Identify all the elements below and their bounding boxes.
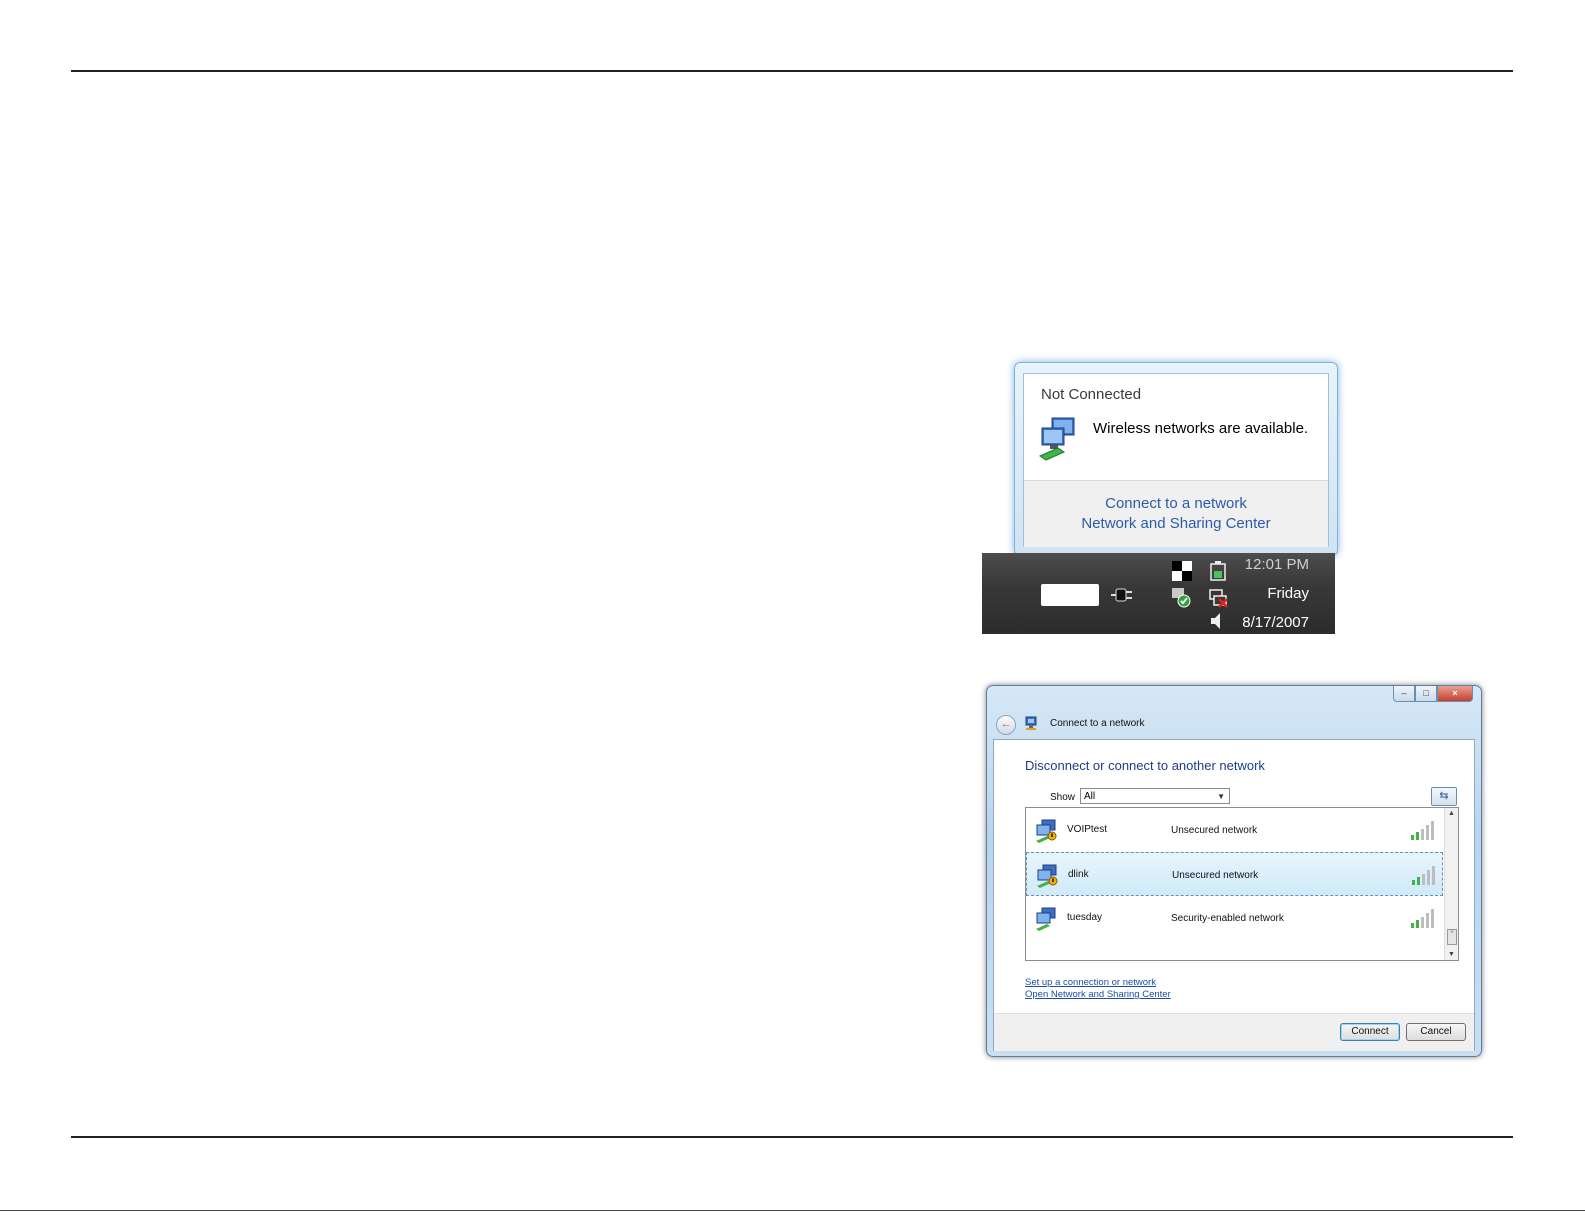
- network-computers-icon: [1038, 417, 1075, 461]
- network-row-dlink[interactable]: dlink Unsecured network: [1026, 852, 1443, 896]
- cancel-button[interactable]: Cancel: [1406, 1023, 1466, 1041]
- clock-day[interactable]: Friday: [1267, 585, 1309, 602]
- tray-app-icon[interactable]: [1172, 561, 1192, 581]
- unsecured-network-icon: [1037, 864, 1058, 888]
- power-plug-icon[interactable]: [1110, 584, 1134, 606]
- battery-icon[interactable]: [1208, 561, 1228, 581]
- network-status-popup: Not Connected Wireless networks are avai…: [1014, 362, 1338, 556]
- window-controls: – □ ×: [1393, 686, 1473, 702]
- clock-date[interactable]: 8/17/2007: [1242, 614, 1309, 631]
- page-edge-line: [0, 1210, 1585, 1211]
- network-sharing-center-link[interactable]: Network and Sharing Center: [1024, 515, 1328, 532]
- network-wizard-icon: [1025, 716, 1037, 730]
- minimize-button[interactable]: –: [1393, 686, 1415, 702]
- refresh-icon[interactable]: ⇆: [1431, 787, 1457, 806]
- taskbar-blank-area: [1041, 584, 1099, 606]
- dialog-button-bar: Connect Cancel: [994, 1013, 1474, 1051]
- open-sharing-center-link[interactable]: Open Network and Sharing Center: [1025, 989, 1171, 1000]
- show-filter-value: All: [1084, 791, 1096, 802]
- network-row-voiptest[interactable]: VOIPtest Unsecured network: [1026, 808, 1443, 852]
- signal-strength-icon: [1411, 909, 1434, 928]
- network-name: tuesday: [1067, 912, 1103, 923]
- back-arrow-icon[interactable]: ←: [996, 715, 1016, 735]
- security-shield-icon[interactable]: [1172, 588, 1192, 608]
- network-security: Security-enabled network: [1171, 913, 1284, 924]
- dropdown-arrow-icon: ▼: [1217, 792, 1225, 801]
- setup-connection-link[interactable]: Set up a connection or network: [1025, 977, 1156, 988]
- secured-network-icon: [1036, 907, 1056, 931]
- window-title: Connect to a network: [1050, 718, 1145, 729]
- show-label: Show: [1050, 792, 1076, 803]
- popup-footer: Connect to a network Network and Sharing…: [1024, 480, 1328, 547]
- bottom-divider-line: [71, 1136, 1513, 1138]
- taskbar-notification-area: 12:01 PM Friday 8/17/2007: [982, 553, 1335, 634]
- signal-strength-icon: [1412, 866, 1435, 885]
- network-list-scrollbar[interactable]: ▲ ≡ ▼: [1444, 808, 1458, 960]
- top-divider-line: [71, 70, 1513, 72]
- network-row-tuesday[interactable]: tuesday Security-enabled network: [1026, 896, 1443, 940]
- close-button[interactable]: ×: [1437, 686, 1473, 702]
- window-content: Disconnect or connect to another network…: [993, 739, 1475, 1051]
- network-security: Unsecured network: [1171, 825, 1258, 836]
- clock-time[interactable]: 12:01 PM: [1245, 556, 1309, 573]
- scroll-down-icon[interactable]: ▼: [1448, 951, 1455, 958]
- connect-to-network-window: – □ × ← Connect to a network Disconnect …: [986, 685, 1482, 1057]
- page-heading: Disconnect or connect to another network: [1025, 758, 1265, 773]
- show-filter-select[interactable]: All ▼: [1080, 788, 1230, 804]
- scroll-up-icon[interactable]: ▲: [1448, 810, 1455, 817]
- network-name: dlink: [1068, 869, 1089, 880]
- connect-to-network-link[interactable]: Connect to a network: [1024, 495, 1328, 512]
- connect-button[interactable]: Connect: [1340, 1023, 1400, 1041]
- scroll-thumb[interactable]: ≡: [1447, 929, 1457, 945]
- popup-message: Wireless networks are available.: [1093, 420, 1309, 437]
- connection-status: Not Connected: [1041, 386, 1142, 403]
- network-security: Unsecured network: [1172, 870, 1259, 881]
- speaker-icon[interactable]: [1208, 611, 1228, 631]
- signal-strength-icon: [1411, 821, 1434, 840]
- network-name: VOIPtest: [1067, 824, 1108, 835]
- popup-content: Not Connected Wireless networks are avai…: [1023, 373, 1329, 547]
- maximize-button[interactable]: □: [1415, 686, 1437, 702]
- network-disconnected-icon[interactable]: [1208, 588, 1228, 608]
- network-list: VOIPtest Unsecured network dlink Unsecur…: [1025, 807, 1459, 961]
- unsecured-network-icon: [1036, 819, 1057, 843]
